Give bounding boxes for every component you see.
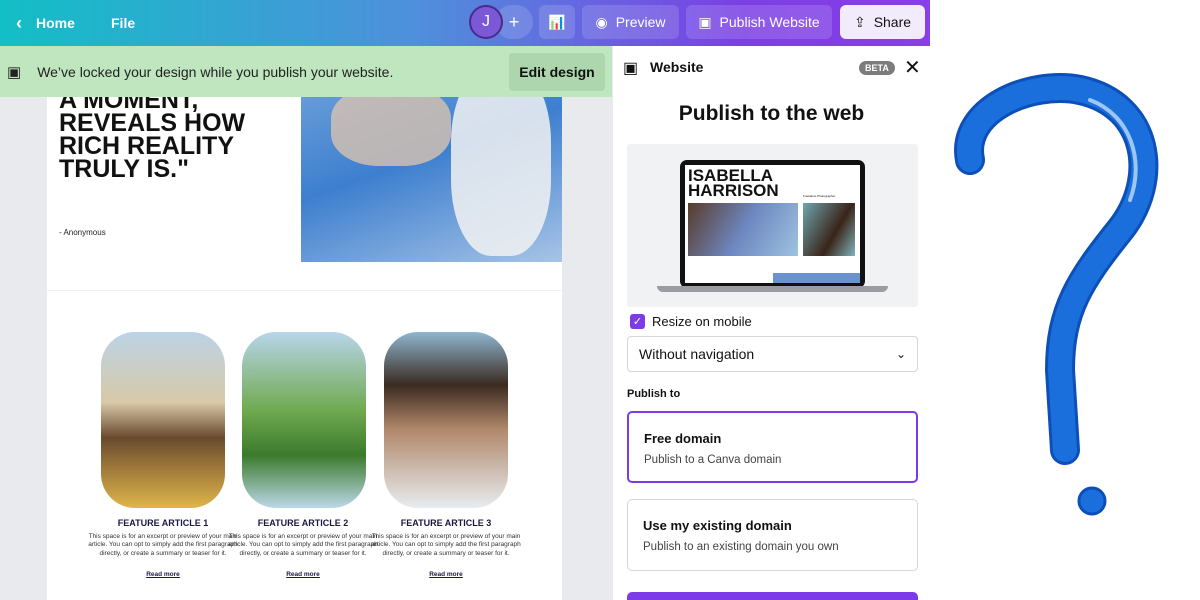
- design-page: IMAGE, FREEZING A MOMENT, REVEALS HOW RI…: [47, 46, 562, 600]
- plus-icon: +: [508, 11, 520, 32]
- edit-design-button[interactable]: Edit design: [509, 53, 605, 91]
- read-more-link[interactable]: Read more: [371, 571, 521, 578]
- preview-subtitle: Freelance Photographer: [803, 194, 836, 198]
- question-mark-illustration: [954, 73, 1159, 516]
- top-bar: ‹ Home File + J 📊 ◉ Preview ▣ Publish Websi…: [0, 0, 930, 46]
- chevron-down-icon: ⌄: [895, 347, 906, 361]
- website-icon: ▣: [7, 63, 22, 81]
- analytics-button[interactable]: 📊: [539, 5, 575, 39]
- navigation-select[interactable]: Without navigation ⌄: [627, 336, 918, 372]
- article-body: This space is for an excerpt or preview …: [228, 533, 378, 557]
- website-icon: ▣: [623, 60, 639, 77]
- eye-icon: ◉: [595, 13, 608, 30]
- close-icon[interactable]: ✕: [904, 55, 921, 80]
- design-canvas: IMAGE, FREEZING A MOMENT, REVEALS HOW RI…: [0, 46, 613, 600]
- article-title: FEATURE ARTICLE 3: [400, 518, 492, 528]
- locked-banner: ▣ We’ve locked your design while you pub…: [0, 46, 612, 97]
- check-icon: ✓: [632, 316, 643, 328]
- article-title: FEATURE ARTICLE 1: [117, 518, 209, 528]
- publish-website-button[interactable]: ▣ Publish Website: [686, 5, 832, 39]
- article-title: FEATURE ARTICLE 2: [257, 518, 349, 528]
- website-panel: ▣ Website BETA ✕ Publish to the web ISAB…: [613, 46, 930, 600]
- resize-checkbox[interactable]: ✓: [630, 314, 645, 329]
- read-more-link[interactable]: Read more: [88, 571, 238, 578]
- read-more-link[interactable]: Read more: [228, 571, 378, 578]
- panel-title: Publish to the web: [678, 102, 865, 125]
- website-icon: ▣: [698, 13, 712, 30]
- chevron-left-icon: ‹: [16, 12, 22, 33]
- continue-button[interactable]: [627, 592, 918, 600]
- file-menu[interactable]: File: [111, 0, 135, 46]
- free-domain-option[interactable]: Free domain Publish to a Canva domain: [627, 411, 918, 483]
- website-preview: ISABELLA HARRISON Freelance Photographer: [627, 144, 918, 307]
- avatar[interactable]: J: [469, 5, 503, 39]
- bar-chart-icon: 📊: [548, 13, 566, 30]
- article-body: This space is for an excerpt or preview …: [88, 533, 238, 557]
- preview-name: ISABELLA HARRISON: [688, 166, 779, 200]
- existing-domain-option[interactable]: Use my existing domain Publish to an exis…: [627, 499, 918, 571]
- upload-icon: ⇪: [853, 13, 866, 30]
- article-2-photo: [242, 332, 366, 508]
- banner-message: We’ve locked your design while you publi…: [37, 63, 394, 80]
- article-3-photo: [384, 332, 508, 508]
- article-1-photo: [101, 332, 225, 508]
- article-body: This space is for an excerpt or preview …: [371, 533, 521, 557]
- divider: [47, 290, 562, 291]
- quote-author: - Anonymous: [59, 228, 106, 237]
- share-button[interactable]: ⇪ Share: [840, 5, 925, 39]
- panel-header: Website: [650, 59, 704, 75]
- publish-to-label: Publish to: [627, 388, 681, 400]
- beta-badge: BETA: [859, 61, 895, 75]
- resize-label: Resize on mobile: [652, 314, 752, 329]
- home-button[interactable]: ‹ Home: [16, 0, 75, 46]
- preview-button[interactable]: ◉ Preview: [582, 5, 679, 39]
